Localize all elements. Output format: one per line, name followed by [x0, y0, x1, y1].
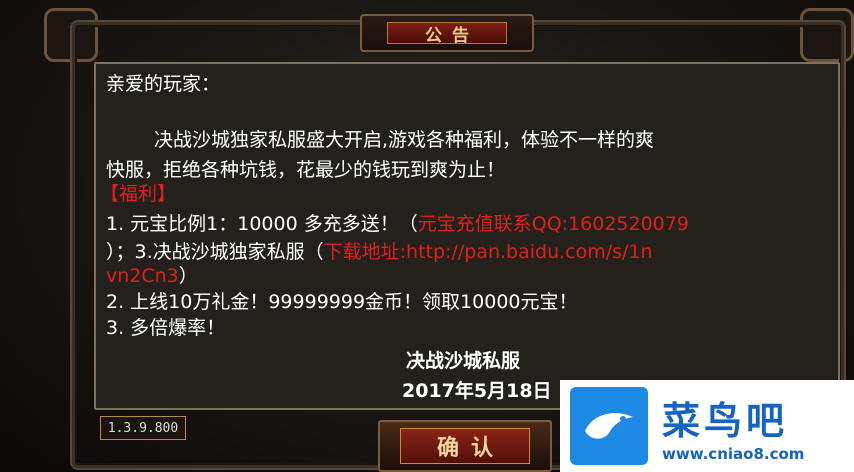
signature-date: 2017年5月18日 [402, 380, 552, 402]
greeting-text: 亲爱的玩家： [106, 73, 221, 95]
signature-name: 决战沙城私服 [406, 350, 521, 372]
welfare-heading: 【福利】 [100, 183, 177, 205]
game-window-frame: 公告 亲爱的玩家： 决战沙城独家私服盛大开启,游戏各种福利，体验不一样的爽 快服… [0, 0, 854, 472]
watermark-text: 菜鸟吧 www.cniao8.com [662, 390, 804, 463]
welfare-item-1: 1. 元宝比例1：10000 多充多送！（元宝充值联系QQ:1602520079 [106, 212, 689, 236]
welfare-item-2: 2. 上线10万礼金！99999999金币！领取10000元宝！ [106, 291, 578, 313]
download-link-text[interactable]: 下载地址:http://pan.baidu.com/s/1n [324, 241, 653, 263]
recharge-contact-text: 元宝充值联系QQ:1602520079 [417, 213, 689, 235]
watermark-brand: 菜鸟吧 [662, 397, 789, 443]
announcement-text-panel: 亲爱的玩家： 决战沙城独家私服盛大开启,游戏各种福利，体验不一样的爽 快服，拒绝… [94, 62, 840, 410]
version-label: 1.3.9.800 [100, 416, 186, 440]
watermark-overlay: 菜鸟吧 www.cniao8.com [560, 380, 854, 472]
welfare-item-3: 3. 多倍爆率！ [106, 317, 226, 339]
welfare-item-1-tail: vn2Cn3） [106, 264, 198, 288]
download-link-tail[interactable]: vn2Cn3 [106, 265, 179, 287]
welfare-item-1-text: 1. 元宝比例1：10000 多充多送！（ [106, 213, 418, 235]
confirm-button-frame: 确认 [378, 420, 552, 472]
dialog-title: 公告 [387, 22, 507, 46]
confirm-button[interactable]: 确认 [400, 428, 530, 464]
closing-paren: ） [178, 265, 198, 287]
welfare-item-1b-text: ）；3.决战沙城独家私服（ [106, 241, 324, 263]
intro-line-1: 决战沙城独家私服盛大开启,游戏各种福利，体验不一样的爽 [154, 129, 655, 151]
bird-logo-icon [570, 387, 648, 465]
welfare-item-1-continued: ）；3.决战沙城独家私服（下载地址:http://pan.baidu.com/s… [106, 240, 653, 264]
dialog-title-plate: 公告 [360, 14, 534, 52]
intro-line-2: 快服，拒绝各种坑钱，花最少的钱玩到爽为止！ [106, 159, 506, 181]
watermark-url: www.cniao8.com [662, 444, 805, 463]
